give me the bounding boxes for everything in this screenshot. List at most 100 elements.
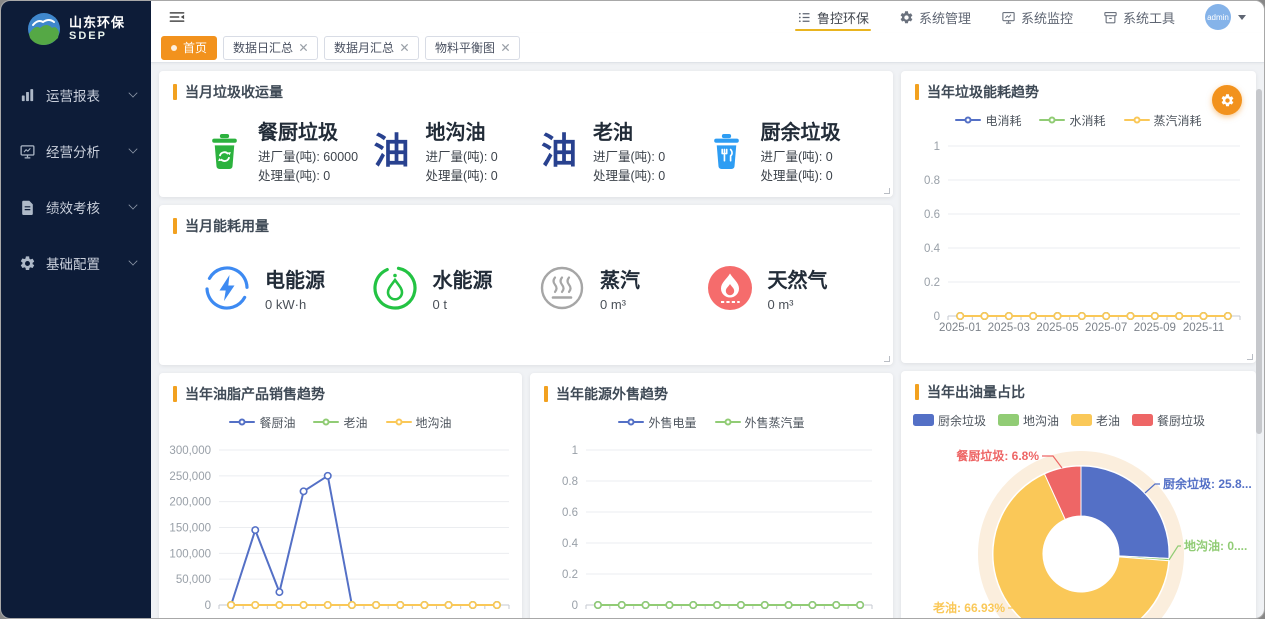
header-nav-system-manage[interactable]: 系统管理 [899, 1, 971, 33]
legend-item[interactable]: 地沟油 [998, 412, 1059, 429]
svg-text:200,000: 200,000 [169, 497, 211, 509]
energy-sale-line-chart: 00.20.40.60.81 [542, 434, 882, 619]
card-energy-sale-trend: 当年能源外售趋势 外售电量外售蒸汽量 00.20.40.60.81 [530, 373, 893, 619]
waste-item-food-waste: 餐厨垃圾 进厂量(吨): 60000 处理量(吨): 0 [203, 116, 371, 187]
vertical-scrollbar[interactable] [1256, 89, 1262, 434]
energy-item-steam: 蒸汽 0 m³ [538, 264, 706, 312]
sidebar-item-basic-config[interactable]: 基础配置 [1, 235, 151, 291]
gear-icon [1220, 93, 1235, 108]
title-accent-bar [544, 386, 548, 402]
legend-item[interactable]: 蒸汽消耗 [1124, 112, 1202, 129]
legend-item[interactable]: 水消耗 [1039, 112, 1105, 129]
energy-item-water: 水能源 0 t [371, 264, 539, 312]
header-nav-lukong[interactable]: 鲁控环保 [797, 1, 869, 33]
legend-item[interactable]: 外售蒸汽量 [715, 414, 805, 431]
logo-globe-icon [27, 12, 61, 46]
toolbox-icon [1103, 10, 1118, 25]
chevron-down-icon [128, 256, 137, 265]
svg-text:1: 1 [571, 445, 577, 457]
processed-line: 处理量(吨): 0 [761, 167, 841, 186]
legend-item[interactable]: 厨余垃圾 [913, 412, 986, 429]
tab-monthly-summary[interactable]: 数据月汇总 [324, 36, 419, 60]
svg-text:0.4: 0.4 [562, 538, 579, 550]
sidebar-item-operation-reports[interactable]: 运营报表 [1, 67, 151, 123]
processed-line: 处理量(吨): 0 [426, 167, 498, 186]
legend-item[interactable]: 老油 [1071, 412, 1120, 429]
chevron-down-icon [128, 144, 137, 153]
waste-name: 厨余垃圾 [761, 116, 841, 145]
waste-name: 老油 [593, 116, 665, 145]
sidebar-collapse-icon[interactable] [167, 7, 187, 27]
legend-item[interactable]: 餐厨油 [229, 414, 295, 431]
resize-handle[interactable] [1247, 354, 1253, 360]
card-title: 当月能耗用量 [185, 216, 269, 236]
title-accent-bar [173, 218, 177, 234]
waste-name: 地沟油 [426, 116, 498, 145]
sidebar-item-business-analysis[interactable]: 经营分析 [1, 123, 151, 179]
sidebar-item-label: 绩效考核 [46, 197, 129, 217]
svg-text:2025-09: 2025-09 [1134, 322, 1176, 334]
energy-name: 电能源 [265, 264, 325, 293]
processed-value: 0 [826, 169, 833, 183]
oil-sales-line-chart: 050,000100,000150,000200,000250,000300,0… [161, 434, 521, 619]
steam-icon [538, 264, 586, 312]
tab-label: 首页 [183, 39, 207, 56]
chevron-down-icon [128, 200, 137, 209]
header-nav-label: 系统管理 [919, 8, 971, 27]
intake-value: 60000 [323, 150, 358, 164]
svg-text:厨余垃圾: 25.8...: 厨余垃圾: 25.8... [1163, 476, 1252, 491]
oil-output-donut-chart: 厨余垃圾: 25.8...地沟油: 0....老油: 66.93%餐厨垃圾: 6… [901, 432, 1258, 619]
waste-name: 餐厨垃圾 [258, 116, 358, 145]
svg-text:250,000: 250,000 [169, 471, 211, 483]
chart-settings-button[interactable] [1212, 85, 1242, 115]
header-nav-label: 鲁控环保 [817, 8, 869, 27]
resize-handle[interactable] [884, 356, 890, 362]
chart-legend: 餐厨油 老油 地沟油 [159, 412, 522, 432]
sidebar-item-performance-review[interactable]: 绩效考核 [1, 179, 151, 235]
user-menu[interactable]: admin [1205, 4, 1246, 30]
svg-text:老油: 66.93%: 老油: 66.93% [933, 600, 1005, 615]
sidebar-menu: 运营报表 经营分析 绩效考核 基础配置 [1, 67, 151, 291]
intake-value: 0 [491, 150, 498, 164]
caret-down-icon [1238, 15, 1246, 20]
resize-handle[interactable] [884, 188, 890, 194]
intake-value: 0 [826, 150, 833, 164]
app-window: 山东环保 SDEP 运营报表 经营分析 [0, 0, 1265, 619]
card-energy-consumption-trend: 当年垃圾能耗趋势 电消耗水消耗蒸汽消耗 00.20.40.60.812025-0… [901, 71, 1256, 363]
processed-value: 0 [491, 169, 498, 183]
close-icon[interactable] [299, 43, 308, 52]
tab-material-balance[interactable]: 物料平衡图 [425, 36, 520, 60]
title-accent-bar [173, 84, 177, 100]
processed-line: 处理量(吨): 0 [593, 167, 665, 186]
energy-name: 蒸汽 [600, 264, 640, 293]
header-nav-system-monitor[interactable]: 系统监控 [1001, 1, 1073, 33]
tab-bar: 首页 数据日汇总 数据月汇总 物料平衡图 [151, 33, 1264, 63]
chart-legend: 外售电量 外售蒸汽量 [530, 412, 893, 432]
tab-home[interactable]: 首页 [161, 36, 217, 60]
tab-daily-summary[interactable]: 数据日汇总 [223, 36, 318, 60]
energy-value: 0 t [433, 297, 493, 312]
legend-item[interactable]: 餐厨垃圾 [1132, 412, 1205, 429]
sidebar-item-label: 经营分析 [46, 141, 129, 161]
legend-item[interactable]: 电消耗 [955, 112, 1021, 129]
svg-text:地沟油: 0....: 地沟油: 0.... [1184, 538, 1247, 553]
oil-character-icon: 油 [371, 133, 413, 169]
chevron-down-icon [128, 88, 137, 97]
legend-item[interactable]: 外售电量 [618, 414, 696, 431]
energy-item-electric: 电能源 0 kW·h [203, 264, 371, 312]
legend-item[interactable]: 地沟油 [386, 414, 452, 431]
oil-character-icon: 油 [538, 133, 580, 169]
svg-text:100,000: 100,000 [169, 548, 211, 560]
svg-text:0: 0 [571, 600, 577, 612]
processed-line: 处理量(吨): 0 [258, 167, 358, 186]
active-underline [795, 29, 871, 32]
avatar[interactable]: admin [1205, 4, 1231, 30]
card-oil-output-ratio: 当年出油量占比 厨余垃圾地沟油老油餐厨垃圾 厨余垃圾: 25.8...地沟油: … [901, 371, 1256, 619]
header-nav-label: 系统监控 [1021, 8, 1073, 27]
legend-item[interactable]: 老油 [313, 414, 367, 431]
close-icon[interactable] [400, 43, 409, 52]
monitor-icon [1001, 10, 1016, 25]
energy-consumption-line-chart: 00.20.40.60.812025-012025-032025-052025-… [906, 132, 1251, 344]
header-nav-system-tools[interactable]: 系统工具 [1103, 1, 1175, 33]
close-icon[interactable] [501, 43, 510, 52]
